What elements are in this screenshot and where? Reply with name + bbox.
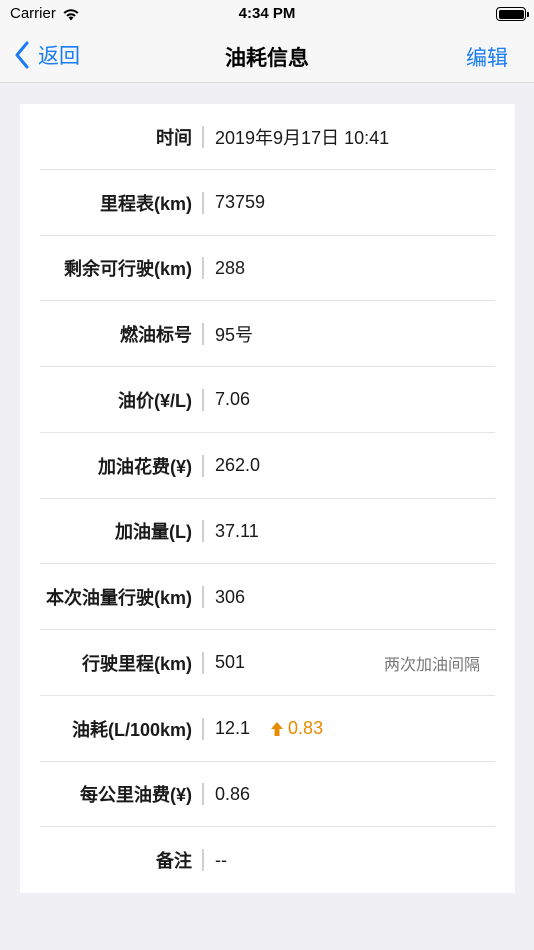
row-divider: [202, 323, 204, 346]
row-fuel-distance: 本次油量行驶(km) 306: [20, 564, 515, 630]
trend-value: 0.83: [288, 718, 324, 739]
row-divider: [202, 520, 204, 543]
row-value: 0.86: [215, 783, 251, 804]
row-divider: [202, 388, 204, 411]
status-time: 4:34 PM: [238, 5, 296, 22]
row-remarks: 备注 --: [20, 827, 515, 893]
edit-button[interactable]: 编辑: [466, 42, 508, 72]
status-bar: Carrier 4:34 PM: [0, 0, 534, 28]
row-divider: [202, 651, 204, 674]
row-cost-per-km: 每公里油费(¥) 0.86: [20, 762, 515, 828]
row-divider: [202, 717, 204, 740]
consumption-trend: 0.83: [270, 718, 323, 739]
row-value: 95号: [215, 325, 254, 346]
row-label: 时间: [156, 127, 192, 148]
row-value: 2019年9月17日 10:41: [215, 127, 390, 148]
row-label: 行驶里程(km): [81, 653, 192, 674]
row-refuel-amount: 加油量(L) 37.11: [20, 499, 515, 565]
page-title: 油耗信息: [225, 47, 309, 70]
row-time: 时间 2019年9月17日 10:41: [20, 104, 515, 170]
row-trip-distance: 行驶里程(km) 501 两次加油间隔: [20, 630, 515, 696]
row-odometer: 里程表(km) 73759: [20, 170, 515, 236]
row-value: 37.11: [215, 520, 259, 541]
row-label: 剩余可行驶(km): [63, 259, 192, 280]
row-remaining-range: 剩余可行驶(km) 288: [20, 236, 515, 302]
row-divider: [202, 454, 204, 477]
row-note: 两次加油间隔: [383, 656, 480, 674]
row-label: 加油量(L): [115, 522, 192, 543]
row-label: 加油花费(¥): [98, 456, 192, 477]
row-label: 油价(¥/L): [118, 390, 192, 411]
row-value: 262.0: [215, 455, 261, 476]
row-divider: [202, 125, 204, 148]
row-label: 里程表(km): [99, 193, 192, 214]
row-value: --: [215, 849, 227, 870]
row-label: 油耗(L/100km): [71, 719, 192, 740]
fuel-info-card: 时间 2019年9月17日 10:41 里程表(km) 73759 剩余可行驶(…: [20, 104, 515, 893]
battery-icon: [496, 7, 529, 21]
row-value: 501: [215, 652, 246, 673]
row-divider: [202, 191, 204, 214]
row-value: 288: [215, 257, 246, 278]
row-label: 备注: [156, 851, 192, 872]
row-label: 本次油量行驶(km): [45, 588, 192, 609]
row-label: 燃油标号: [120, 325, 192, 346]
row-value: 12.1: [215, 718, 251, 739]
row-divider: [202, 849, 204, 872]
row-divider: [202, 257, 204, 280]
row-divider: [202, 586, 204, 609]
row-refuel-cost: 加油花费(¥) 262.0: [20, 433, 515, 499]
row-divider: [202, 783, 204, 806]
row-value: 7.06: [215, 389, 251, 410]
row-label: 每公里油费(¥): [80, 785, 192, 806]
arrow-up-icon: [271, 721, 284, 736]
battery-level: [498, 9, 524, 19]
row-value: 73759: [215, 192, 266, 213]
navigation-bar: 返回 油耗信息 编辑: [0, 28, 534, 83]
row-fuel-grade: 燃油标号 95号: [20, 301, 515, 367]
row-consumption: 油耗(L/100km) 12.1 0.83: [20, 696, 515, 762]
row-value: 306: [215, 586, 246, 607]
row-fuel-price: 油价(¥/L) 7.06: [20, 367, 515, 433]
